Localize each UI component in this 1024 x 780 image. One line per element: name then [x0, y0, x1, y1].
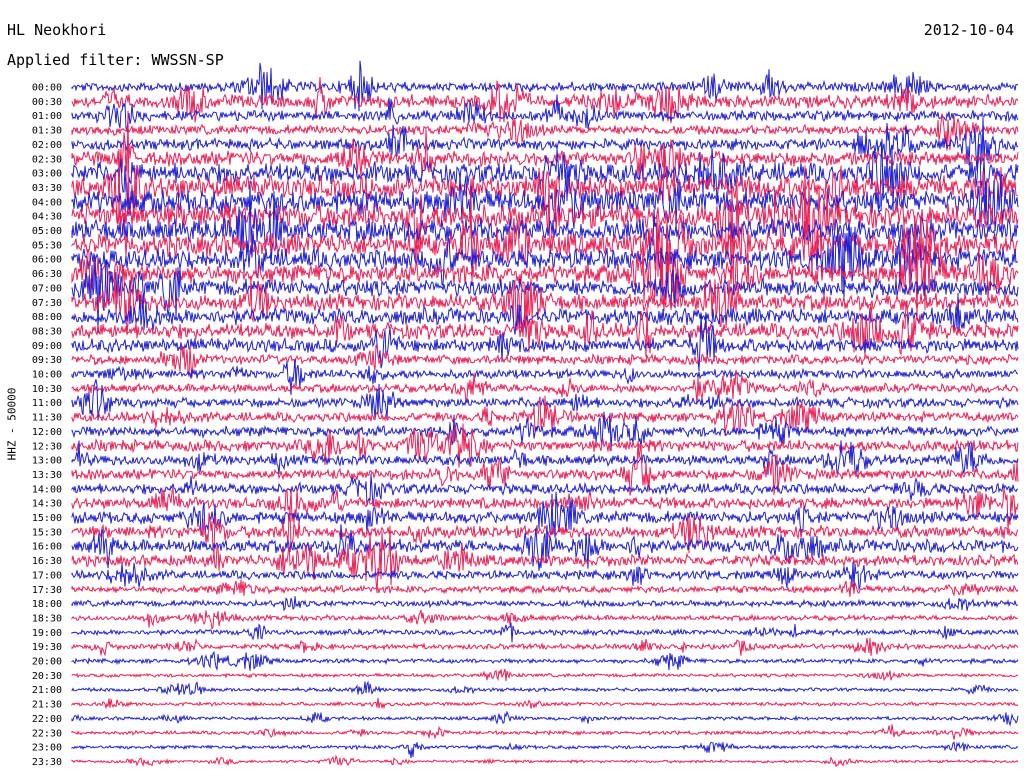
- time-tick-label: 17:30: [32, 585, 62, 596]
- time-tick-label: 17:00: [32, 570, 62, 581]
- time-label-layer: 00:00 00:30 01:00 01:30 02:00 02:30 03:00 03:30…: [32, 83, 62, 768]
- time-tick-label: 21:30: [32, 700, 62, 711]
- trace-line: [71, 710, 1019, 727]
- time-tick-label: 08:00: [32, 312, 62, 323]
- time-tick-label: 21:00: [32, 685, 62, 696]
- trace-line: [71, 473, 1018, 507]
- time-tick-label: 01:30: [32, 126, 62, 137]
- time-tick-label: 07:00: [32, 283, 62, 294]
- time-tick-label: 22:00: [32, 714, 62, 725]
- trace-line: [71, 579, 1019, 597]
- time-tick-label: 06:00: [32, 255, 62, 266]
- trace-line: [71, 596, 1019, 612]
- time-tick-label: 16:30: [32, 556, 62, 567]
- time-tick-label: 06:30: [32, 269, 62, 280]
- time-tick-label: 10:30: [32, 384, 62, 395]
- trace-line: [71, 609, 1019, 631]
- trace-line: [71, 724, 1019, 740]
- time-tick-label: 05:30: [32, 240, 62, 251]
- trace-line: [71, 680, 1019, 696]
- trace-line: [71, 358, 1018, 396]
- trace-line: [71, 650, 1019, 672]
- time-tick-label: 13:00: [32, 456, 62, 467]
- time-tick-label: 23:00: [32, 743, 62, 754]
- time-tick-label: 04:30: [32, 212, 62, 223]
- time-tick-label: 18:30: [32, 613, 62, 624]
- time-tick-label: 20:30: [32, 671, 62, 682]
- time-tick-label: 13:30: [32, 470, 62, 481]
- time-tick-label: 23:30: [32, 757, 62, 768]
- time-tick-label: 09:00: [32, 341, 62, 352]
- time-tick-label: 10:00: [32, 370, 62, 381]
- time-tick-label: 02:00: [32, 140, 62, 151]
- time-tick-label: 03:30: [32, 183, 62, 194]
- time-tick-label: 08:30: [32, 326, 62, 337]
- trace-line: [71, 94, 1019, 133]
- time-tick-label: 04:00: [32, 197, 62, 208]
- trace-line: [71, 491, 1019, 538]
- time-tick-label: 07:30: [32, 298, 62, 309]
- time-tick-label: 12:00: [32, 427, 62, 438]
- time-tick-label: 00:30: [32, 97, 62, 108]
- time-tick-label: 15:30: [32, 527, 62, 538]
- time-tick-label: 20:00: [32, 657, 62, 668]
- time-tick-label: 00:00: [32, 83, 62, 94]
- time-tick-label: 16:00: [32, 542, 62, 553]
- time-tick-label: 11:30: [32, 413, 62, 424]
- trace-line: [71, 668, 1019, 682]
- time-tick-label: 09:30: [32, 355, 62, 366]
- time-tick-label: 22:30: [32, 728, 62, 739]
- time-tick-label: 03:00: [32, 169, 62, 180]
- time-tick-label: 14:30: [32, 499, 62, 510]
- time-tick-label: 18:00: [32, 599, 62, 610]
- time-tick-label: 11:00: [32, 398, 62, 409]
- trace-layer: [71, 60, 1019, 768]
- time-tick-label: 12:30: [32, 441, 62, 452]
- trace-line: [71, 561, 1019, 591]
- helicorder-chart: 00:00 00:30 01:00 01:30 02:00 02:30 03:00 03:30…: [32, 60, 1019, 768]
- time-tick-label: 05:00: [32, 226, 62, 237]
- time-tick-label: 19:00: [32, 628, 62, 639]
- trace-line: [71, 741, 1019, 759]
- trace-line: [71, 754, 1019, 768]
- trace-line: [71, 697, 1019, 710]
- time-tick-label: 01:00: [32, 111, 62, 122]
- time-tick-label: 02:30: [32, 154, 62, 165]
- time-tick-label: 15:00: [32, 513, 62, 524]
- trace-line: [71, 622, 1019, 643]
- time-tick-label: 19:30: [32, 642, 62, 653]
- helicorder-page: HL Neokhori Applied filter: WWSSN-SP 201…: [0, 0, 1024, 780]
- time-tick-label: 14:00: [32, 484, 62, 495]
